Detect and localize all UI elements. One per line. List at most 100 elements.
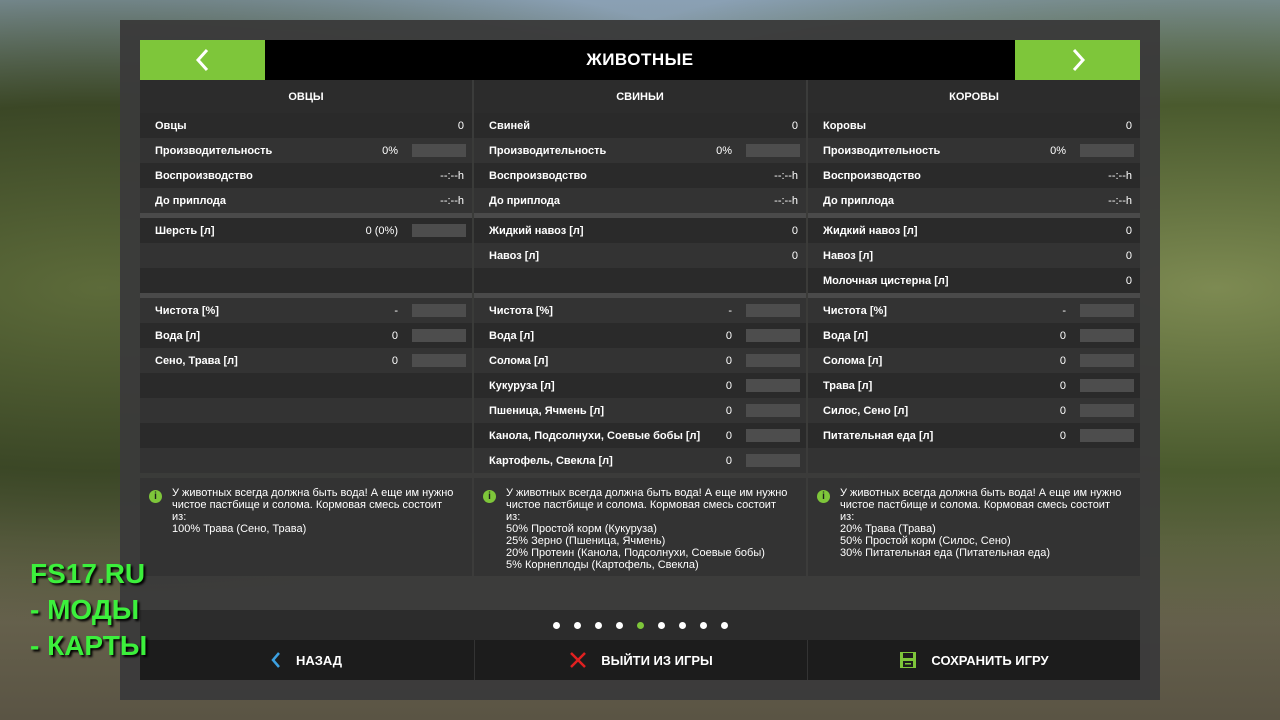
stat-value: 0 <box>1125 119 1132 132</box>
stat-label: Питательная еда [л] <box>823 429 934 442</box>
level-bar <box>412 224 466 237</box>
page-dot[interactable] <box>678 621 686 629</box>
stat-label: Вода [л] <box>155 329 200 342</box>
page-title: ЖИВОТНЫЕ <box>586 50 694 69</box>
stat-row: Вода [л] 0 <box>140 323 472 348</box>
column-header: СВИНЬИ <box>474 80 806 113</box>
exit-game-button[interactable]: ВЫЙТИ ИЗ ИГРЫ <box>474 640 807 680</box>
page-dot[interactable] <box>657 621 665 629</box>
stat-label: Вода [л] <box>489 329 534 342</box>
stat-row: Чистота [%] - <box>140 298 472 323</box>
next-page-button[interactable] <box>1015 40 1140 80</box>
stat-row: Сено, Трава [л] 0 <box>140 348 472 373</box>
stat-row: Навоз [л] 0 <box>808 243 1140 268</box>
feed-info-box: i У животных всегда должна быть вода! А е… <box>474 478 806 576</box>
stat-value: 0 <box>391 354 398 367</box>
stat-label: Солома [л] <box>489 354 549 367</box>
stat-row: Навоз [л] 0 <box>474 243 806 268</box>
stat-value: 0% <box>716 144 732 157</box>
feed-info-text: У животных всегда должна быть вода! А ещ… <box>172 487 454 535</box>
stat-row: Картофель, Свекла [л] 0 <box>474 448 806 473</box>
page-dot[interactable] <box>594 621 602 629</box>
page-dot[interactable] <box>699 621 707 629</box>
level-bar <box>746 379 800 392</box>
stat-label: Чистота [%] <box>155 304 219 317</box>
stat-row: Жидкий навоз [л] 0 <box>474 218 806 243</box>
page-dot[interactable] <box>573 621 581 629</box>
stat-row: Шерсть [л] 0 (0%) <box>140 218 472 243</box>
stat-value: --:--h <box>440 194 464 207</box>
stat-label: Овцы <box>155 119 187 132</box>
stat-value: - <box>728 304 732 317</box>
stat-label: Молочная цистерна [л] <box>823 274 949 287</box>
info-icon: i <box>149 490 162 503</box>
level-bar <box>746 354 800 367</box>
level-bar <box>412 304 466 317</box>
stat-label: Картофель, Свекла [л] <box>489 454 613 467</box>
info-icon: i <box>817 490 830 503</box>
stat-label: Сено, Трава [л] <box>155 354 238 367</box>
save-icon <box>900 652 917 668</box>
level-bar <box>1080 329 1134 342</box>
level-bar <box>746 304 800 317</box>
back-button-label: НАЗАД <box>295 652 343 668</box>
stat-value: 0 <box>457 119 464 132</box>
page-dot[interactable] <box>636 621 644 629</box>
info-icon: i <box>483 490 496 503</box>
stat-row: Пшеница, Ячмень [л] 0 <box>474 398 806 423</box>
stat-row: Коровы 0 <box>808 113 1140 138</box>
page-dot[interactable] <box>615 621 623 629</box>
stat-label: До приплода <box>489 194 561 207</box>
stat-row: Вода [л] 0 <box>474 323 806 348</box>
level-bar <box>746 404 800 417</box>
stat-value: 0 <box>725 354 732 367</box>
feed-info-box: i У животных всегда должна быть вода! А е… <box>808 478 1140 576</box>
stat-value: 0% <box>382 144 398 157</box>
stat-label: Кукуруза [л] <box>489 379 555 392</box>
stat-row <box>140 448 472 473</box>
section-divider <box>474 293 806 298</box>
level-bar <box>1080 429 1134 442</box>
stat-row: Кукуруза [л] 0 <box>474 373 806 398</box>
stat-label: Жидкий навоз [л] <box>823 224 918 237</box>
stat-value: 0 <box>1059 404 1066 417</box>
stat-value: --:--h <box>1108 169 1132 182</box>
back-button[interactable]: НАЗАД <box>140 640 472 680</box>
stat-value: --:--h <box>774 169 798 182</box>
section-divider <box>474 213 806 218</box>
stat-value: 0 <box>1059 354 1066 367</box>
stat-value: 0 <box>1059 379 1066 392</box>
stat-row: До приплода --:--h <box>140 188 472 213</box>
stat-label: Пшеница, Ячмень [л] <box>489 404 605 417</box>
chevron-right-icon <box>1072 48 1085 72</box>
stat-value: 0 <box>1125 249 1132 262</box>
level-bar <box>412 329 466 342</box>
section-divider <box>140 293 472 298</box>
save-game-button[interactable]: СОХРАНИТЬ ИГРУ <box>807 640 1140 680</box>
page-dot[interactable] <box>552 621 560 629</box>
stat-row <box>140 398 472 423</box>
stat-value: 0 <box>725 429 732 442</box>
stat-row <box>140 423 472 448</box>
stat-row: До приплода --:--h <box>808 188 1140 213</box>
stat-value: 0 <box>725 454 732 467</box>
stat-label: Силос, Сено [л] <box>823 404 909 417</box>
stat-value: 0 <box>791 249 798 262</box>
feed-info-box: i У животных всегда должна быть вода! А е… <box>140 478 472 576</box>
stat-label: Шерсть [л] <box>155 224 215 237</box>
stat-row: Свиней 0 <box>474 113 806 138</box>
level-bar <box>746 144 800 157</box>
page-dot[interactable] <box>720 621 728 629</box>
stat-row: Солома [л] 0 <box>474 348 806 373</box>
stat-value: 0% <box>1050 144 1066 157</box>
chevron-left-icon <box>195 48 208 72</box>
stat-row: Воспроизводство --:--h <box>808 163 1140 188</box>
level-bar <box>1080 304 1134 317</box>
stat-row <box>140 373 472 398</box>
prev-page-button[interactable] <box>140 40 265 80</box>
page-header: ЖИВОТНЫЕ <box>140 40 1140 80</box>
feed-info-text: У животных всегда должна быть вода! А ещ… <box>840 487 1122 559</box>
exit-game-label: ВЫЙТИ ИЗ ИГРЫ <box>601 652 713 668</box>
section-divider <box>140 213 472 218</box>
stat-row: Молочная цистерна [л] 0 <box>808 268 1140 293</box>
